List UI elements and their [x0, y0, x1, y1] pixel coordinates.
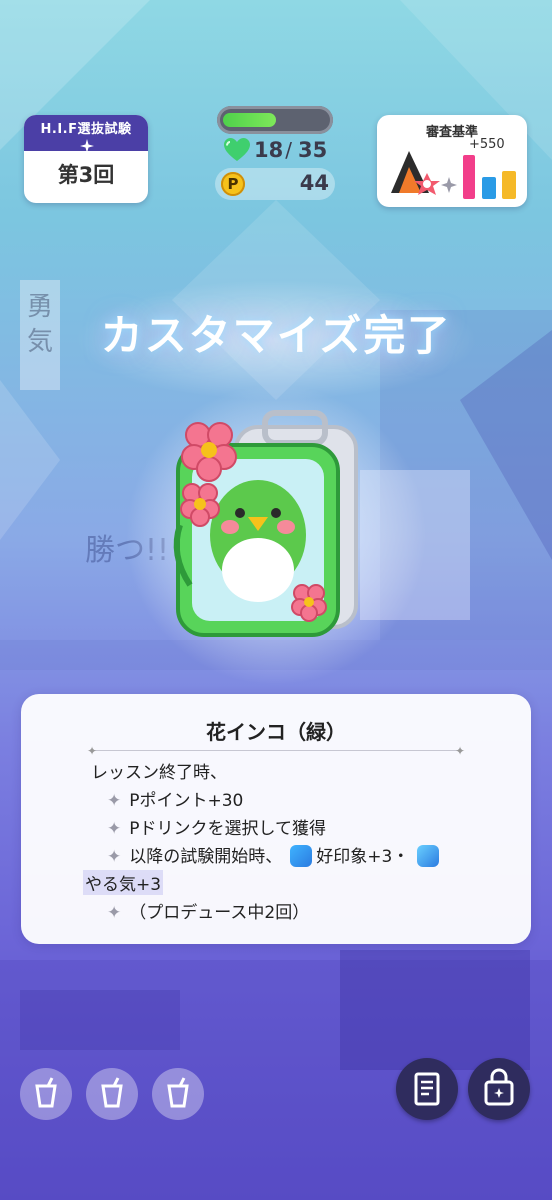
drink-slot-icon: [167, 1077, 189, 1108]
stamina-fill: [223, 113, 276, 127]
effect-line: ✦ Pドリンクを選択して獲得: [107, 814, 326, 839]
drink-slot-2[interactable]: [86, 1068, 138, 1120]
drink-slot-3[interactable]: [152, 1068, 204, 1120]
stamina-max: 35: [297, 138, 328, 162]
criteria-bonus: +550: [469, 137, 505, 152]
drink-slot-icon: [101, 1077, 123, 1108]
customize-bag-button[interactable]: [468, 1058, 530, 1120]
memo-icon: [414, 1072, 440, 1106]
point-coin-icon: P: [221, 172, 245, 196]
stamina-readout: 18 / 35: [224, 137, 327, 163]
bullet-star-icon: ✦: [107, 903, 122, 923]
parrot-bag-charm-image: [173, 410, 358, 637]
memo-button[interactable]: [396, 1058, 458, 1120]
bullet-star-icon: ✦: [107, 847, 122, 867]
customize-bag-icon: [484, 1068, 514, 1106]
criteria-graphic: [391, 151, 516, 199]
points-display: P 44: [215, 168, 335, 200]
exam-round: 第3回: [57, 163, 115, 187]
exam-round-badge: H.I.F選抜試験 第3回: [24, 115, 148, 203]
effect-text: （プロデュース中2回）: [129, 903, 310, 923]
bullet-star-icon: ✦: [107, 791, 122, 811]
customize-complete-title: カスタマイズ完了: [100, 311, 452, 360]
heart-icon: [224, 138, 250, 161]
effect-text: 以降の試験開始時、: [129, 847, 283, 867]
divider-star-icon: ✦: [87, 744, 98, 758]
bullet-star-icon: ✦: [107, 819, 122, 839]
item-name: 花インコ（緑）: [206, 720, 346, 744]
effect-text: Pドリンクを選択して獲得: [129, 819, 326, 839]
judging-criteria-panel[interactable]: 審査基準 +550: [377, 115, 527, 207]
sparkle-icon: [80, 139, 94, 153]
effect-trigger: レッスン終了時、: [91, 763, 227, 783]
drink-slot-1[interactable]: [20, 1068, 72, 1120]
effect-text: やる気+3: [83, 870, 164, 895]
effect-line: ✦ （プロデュース中2回）: [107, 898, 309, 923]
stamina-current: 18: [254, 138, 284, 162]
item-description-card: 花インコ（緑） ✦ ✦ レッスン終了時、 ✦ Pポイント+30 ✦ Pドリンクを選択…: [21, 694, 531, 944]
drink-slot-icon: [35, 1077, 57, 1108]
effect-line: ✦ 以降の試験開始時、 好印象+3・: [107, 842, 440, 867]
points-value: 44: [299, 171, 329, 195]
stamina-slash: /: [285, 138, 292, 162]
divider-star-icon: ✦: [454, 744, 465, 758]
effect-line: ✦ Pポイント+30: [107, 786, 243, 811]
card-divider: [93, 750, 459, 751]
effect-text: Pポイント+30: [129, 791, 244, 811]
effect-text: 好印象+3・: [316, 847, 410, 867]
good-impression-icon: [290, 845, 313, 867]
stamina-bar: [217, 106, 333, 134]
motivation-icon: [417, 845, 440, 867]
